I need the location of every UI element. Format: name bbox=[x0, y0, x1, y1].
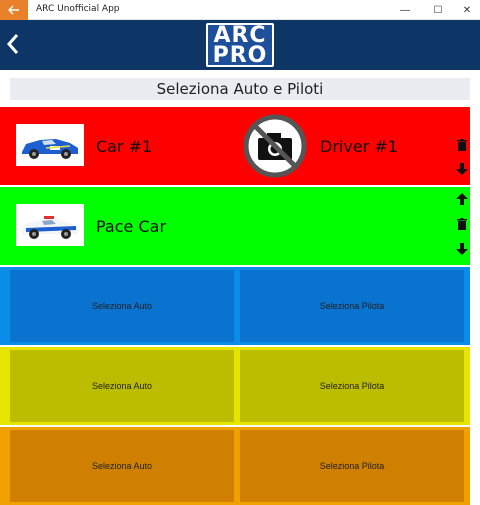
page-title-bar: Seleziona Auto e Piloti bbox=[10, 78, 470, 100]
car-name: Car #1 bbox=[96, 137, 153, 156]
race-car-icon bbox=[22, 139, 78, 159]
pace-car-icon bbox=[22, 216, 78, 239]
delete-icon[interactable] bbox=[456, 218, 468, 230]
lane-row-1[interactable]: Car #1 Driver #1 bbox=[0, 107, 470, 185]
lane-row-4: Seleziona Auto Seleziona Pilota bbox=[0, 347, 470, 425]
window-titlebar: ARC Unofficial App — ☐ ✕ bbox=[0, 0, 480, 20]
select-car-button[interactable]: Seleziona Auto bbox=[10, 350, 234, 422]
select-driver-button[interactable]: Seleziona Pilota bbox=[240, 350, 464, 422]
select-car-button[interactable]: Seleziona Auto bbox=[10, 270, 234, 342]
car-thumbnail bbox=[16, 124, 84, 166]
move-down-icon[interactable] bbox=[456, 243, 468, 255]
window-back-button[interactable] bbox=[0, 0, 28, 20]
delete-icon[interactable] bbox=[456, 139, 468, 151]
car-name: Pace Car bbox=[96, 217, 167, 236]
window-title: ARC Unofficial App bbox=[36, 4, 120, 14]
lane-row-5: Seleziona Auto Seleziona Pilota bbox=[0, 427, 470, 505]
no-photo-icon[interactable] bbox=[243, 114, 307, 178]
close-button[interactable]: ✕ bbox=[452, 0, 480, 20]
driver-name: Driver #1 bbox=[320, 137, 398, 156]
maximize-button[interactable]: ☐ bbox=[423, 0, 453, 20]
car-thumbnail bbox=[16, 204, 84, 246]
page-title: Seleziona Auto e Piloti bbox=[156, 80, 324, 98]
back-chevron-icon[interactable] bbox=[4, 32, 22, 56]
select-driver-button[interactable]: Seleziona Pilota bbox=[240, 430, 464, 502]
lane-row-3: Seleziona Auto Seleziona Pilota bbox=[0, 267, 470, 345]
arrow-left-icon bbox=[8, 5, 19, 15]
lane-row-2[interactable]: Pace Car bbox=[0, 187, 470, 265]
move-up-icon[interactable] bbox=[456, 193, 468, 205]
arc-pro-logo: ARC PRO bbox=[206, 23, 274, 67]
select-driver-button[interactable]: Seleziona Pilota bbox=[240, 270, 464, 342]
move-down-icon[interactable] bbox=[456, 163, 468, 175]
minimize-button[interactable]: — bbox=[390, 0, 420, 20]
select-car-button[interactable]: Seleziona Auto bbox=[10, 430, 234, 502]
